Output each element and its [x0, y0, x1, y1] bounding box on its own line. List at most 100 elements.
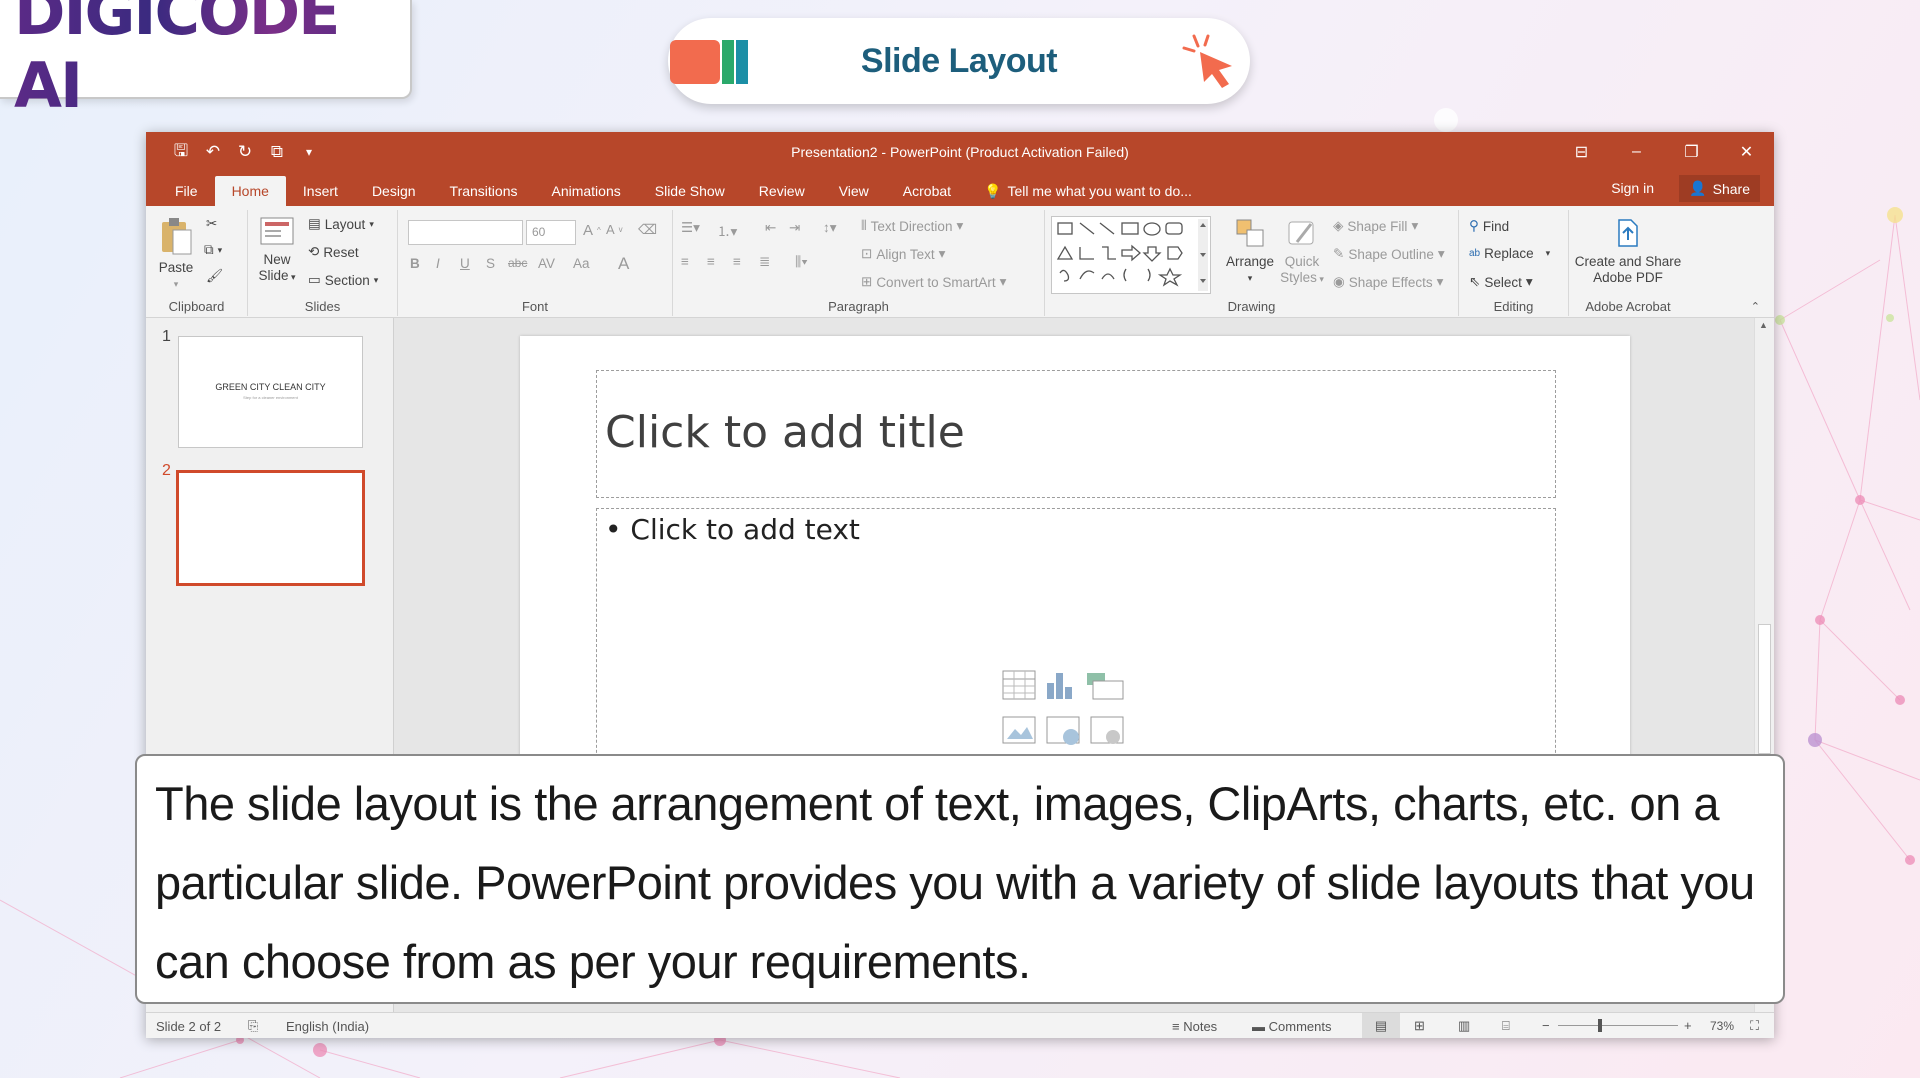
- start-from-beginning-icon[interactable]: ⧉: [266, 141, 288, 163]
- shapes-gallery[interactable]: [1051, 216, 1211, 294]
- clear-formatting-icon[interactable]: ⌫: [638, 222, 657, 238]
- shrink-font-icon[interactable]: Av: [606, 222, 623, 237]
- cut-icon[interactable]: ✂: [206, 216, 217, 232]
- font-color-button[interactable]: A: [618, 254, 629, 274]
- share-button[interactable]: 👤 Share: [1679, 175, 1760, 202]
- copy-icon[interactable]: ⧉ ▾: [204, 242, 222, 258]
- scroll-up-icon[interactable]: ▲: [1759, 320, 1768, 330]
- decrease-indent-icon[interactable]: ⇤: [765, 220, 776, 236]
- tab-acrobat[interactable]: Acrobat: [886, 176, 968, 206]
- slide-canvas[interactable]: Click to add title • Click to add text: [520, 336, 1630, 768]
- adobe-acrobat-label: Adobe Acrobat: [1585, 299, 1671, 314]
- paste-button[interactable]: Paste ▾: [154, 216, 198, 292]
- normal-view-icon[interactable]: ▤: [1362, 1013, 1400, 1038]
- bullets-icon[interactable]: ☰▾: [681, 220, 700, 236]
- reset-button[interactable]: ⟲ Reset: [308, 244, 359, 260]
- redo-icon[interactable]: ↻: [234, 141, 256, 163]
- collapse-ribbon-icon[interactable]: ⌃: [1751, 300, 1760, 313]
- tell-me-box[interactable]: 💡 Tell me what you want to do...: [968, 176, 1192, 206]
- columns-icon[interactable]: ⫼▾: [795, 254, 808, 270]
- create-share-pdf-button[interactable]: Create and Share Adobe PDF: [1571, 216, 1685, 286]
- line-spacing-icon[interactable]: ↕▾: [823, 220, 837, 236]
- tab-transitions[interactable]: Transitions: [433, 176, 535, 206]
- align-center-icon[interactable]: ≡: [707, 254, 715, 269]
- ribbon-display-options-icon[interactable]: ⊟: [1554, 132, 1609, 172]
- notes-button[interactable]: ≡ Notes: [1172, 1019, 1217, 1034]
- title-placeholder[interactable]: Click to add title: [596, 370, 1556, 498]
- sign-in-link[interactable]: Sign in: [1611, 180, 1654, 196]
- editing-label: Editing: [1493, 299, 1534, 314]
- tab-file[interactable]: File: [158, 176, 215, 206]
- grow-font-icon[interactable]: A ^: [583, 222, 601, 239]
- slide-show-icon[interactable]: ⌸: [1502, 1018, 1510, 1034]
- font-name-box[interactable]: [408, 220, 523, 245]
- tab-view[interactable]: View: [822, 176, 886, 206]
- tab-slide-show[interactable]: Slide Show: [638, 176, 742, 206]
- slide-thumbnail-1[interactable]: GREEN CITY CLEAN CITY Step for a cleaner…: [178, 336, 363, 448]
- caption-box: The slide layout is the arrangement of t…: [135, 754, 1785, 1004]
- align-right-icon[interactable]: ≡: [733, 254, 741, 269]
- strikethrough-button[interactable]: abc: [508, 256, 527, 270]
- zoom-slider-thumb[interactable]: [1598, 1019, 1602, 1032]
- zoom-in-icon[interactable]: +: [1684, 1018, 1692, 1033]
- new-slide-button[interactable]: New Slide ▾: [252, 216, 302, 285]
- comments-button[interactable]: ▬ Comments: [1252, 1019, 1331, 1034]
- shape-fill-button[interactable]: ◈ Shape Fill ▾: [1333, 218, 1418, 234]
- tab-home[interactable]: Home: [214, 176, 286, 206]
- change-case-button[interactable]: Aa: [573, 256, 590, 271]
- tab-animations[interactable]: Animations: [534, 176, 637, 206]
- styles-label: Styles: [1280, 270, 1317, 285]
- tab-review[interactable]: Review: [742, 176, 822, 206]
- align-text-button[interactable]: ⊡ Align Text ▾: [861, 246, 945, 262]
- close-icon[interactable]: ✕: [1719, 132, 1774, 172]
- content-placeholder[interactable]: • Click to add text: [596, 508, 1556, 768]
- italic-button[interactable]: I: [436, 256, 440, 271]
- status-bar: Slide 2 of 2 ⎘ English (India) ≡ Notes ▬…: [146, 1012, 1774, 1038]
- layout-button[interactable]: ▤ Layout ▾: [308, 216, 374, 232]
- fit-to-window-icon[interactable]: ⛶: [1750, 1018, 1759, 1034]
- customize-qat-icon[interactable]: ▾: [298, 141, 320, 163]
- undo-icon[interactable]: ↶: [202, 141, 224, 163]
- comments-label: Comments: [1268, 1019, 1332, 1034]
- shape-outline-button[interactable]: ✎ Shape Outline ▾: [1333, 246, 1445, 262]
- underline-button[interactable]: U: [460, 256, 470, 271]
- replace-button[interactable]: ab Replace ▾: [1469, 246, 1550, 261]
- font-size-box[interactable]: 60: [526, 220, 576, 245]
- quick-styles-button[interactable]: Quick Styles ▾: [1277, 216, 1327, 287]
- arrange-button[interactable]: Arrange ▾: [1223, 216, 1277, 286]
- tab-insert[interactable]: Insert: [286, 176, 355, 206]
- justify-icon[interactable]: ≣: [759, 254, 770, 270]
- convert-smartart-button[interactable]: ⊞ Convert to SmartArt ▾: [861, 274, 1006, 290]
- shadow-button[interactable]: S: [486, 256, 495, 271]
- increase-indent-icon[interactable]: ⇥: [789, 220, 800, 236]
- minimize-icon[interactable]: –: [1609, 132, 1664, 172]
- select-button[interactable]: ⇖ Select ▾: [1469, 274, 1533, 290]
- slide-sorter-icon[interactable]: ⊞: [1414, 1018, 1425, 1034]
- restore-icon[interactable]: ❐: [1664, 132, 1719, 172]
- slide-thumbnail-2[interactable]: [176, 470, 365, 586]
- layout-label: Layout: [324, 216, 366, 232]
- reading-view-icon[interactable]: ▥: [1458, 1018, 1470, 1034]
- numbering-icon[interactable]: ⒈▾: [717, 220, 737, 240]
- zoom-out-icon[interactable]: −: [1542, 1018, 1550, 1033]
- save-icon[interactable]: 🖫: [170, 141, 192, 163]
- section-button[interactable]: ▭ Section ▾: [308, 272, 378, 288]
- create-share-label: Create and Share: [1574, 254, 1682, 269]
- replace-icon: ab: [1469, 248, 1481, 259]
- tab-design[interactable]: Design: [355, 176, 433, 206]
- insert-video-icon: [1090, 716, 1124, 744]
- text-direction-button[interactable]: ⫴ Text Direction ▾: [861, 218, 963, 234]
- shape-effects-button[interactable]: ◉ Shape Effects ▾: [1333, 274, 1443, 290]
- scroll-thumb[interactable]: [1758, 624, 1771, 754]
- language-indicator[interactable]: English (India): [286, 1019, 369, 1034]
- bold-button[interactable]: B: [410, 256, 420, 271]
- drawing-group: Arrange ▾ Quick Styles ▾ ◈ Shape Fill ▾ ✎ S…: [1045, 210, 1459, 316]
- character-spacing-button[interactable]: AV: [538, 256, 555, 271]
- format-painter-icon[interactable]: 🖌: [206, 268, 223, 284]
- reset-label: Reset: [323, 244, 359, 260]
- find-button[interactable]: ⚲ Find: [1469, 218, 1509, 234]
- zoom-slider[interactable]: [1558, 1025, 1678, 1026]
- zoom-level[interactable]: 73%: [1710, 1019, 1734, 1033]
- align-left-icon[interactable]: ≡: [681, 254, 689, 269]
- spell-check-icon[interactable]: ⎘: [248, 1018, 258, 1034]
